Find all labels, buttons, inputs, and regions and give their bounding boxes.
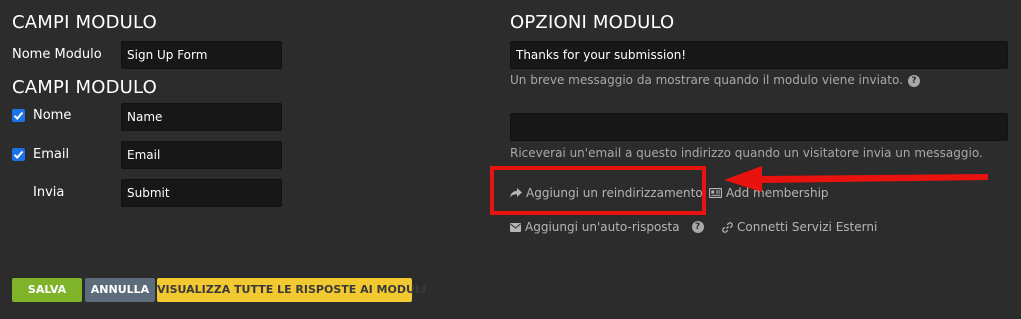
add-autoresponse-label: Aggiungi un'auto-risposta — [525, 220, 680, 234]
success-message-hint-text: Un breve messaggio da mostrare quando il… — [510, 73, 903, 87]
notification-email-hint: Riceverai un'email a questo indirizzo qu… — [510, 146, 983, 160]
field-name-input[interactable]: Name — [121, 103, 282, 131]
field-submit-input[interactable]: Submit — [121, 179, 282, 207]
success-message-input[interactable]: Thanks for your submission! — [510, 41, 1008, 69]
field-email-checkbox[interactable] — [12, 148, 25, 161]
help-icon[interactable]: ? — [907, 74, 920, 87]
autoresponse-help-icon[interactable]: ? — [691, 221, 704, 233]
field-name-label: Nome — [33, 108, 72, 123]
id-card-icon — [709, 188, 722, 198]
check-icon — [13, 150, 24, 159]
form-name-label: Nome Modulo — [12, 47, 102, 62]
notification-email-input[interactable] — [510, 113, 1008, 141]
add-autoresponse-link[interactable]: Aggiungi un'auto-risposta ? — [510, 220, 704, 234]
form-fields-subheading: CAMPI MODULO — [12, 77, 157, 98]
field-email-label: Email — [33, 147, 70, 162]
field-name-checkbox[interactable] — [12, 109, 25, 122]
link-icon — [722, 221, 733, 233]
cancel-button[interactable]: ANNULLA — [85, 278, 155, 302]
check-icon — [13, 111, 24, 120]
connect-external-services-link[interactable]: Connetti Servizi Esterni — [722, 220, 877, 234]
envelope-icon — [510, 222, 521, 232]
field-submit-label: Invia — [33, 185, 65, 200]
highlight-box — [490, 166, 706, 215]
view-all-responses-button[interactable]: VISUALIZZA TUTTE LE RISPOSTE AI MODULI — [157, 278, 426, 302]
save-button[interactable]: SALVA — [12, 278, 82, 302]
form-options-heading: OPZIONI MODULO — [510, 12, 675, 33]
field-email-input[interactable]: Email — [121, 141, 282, 169]
connect-external-services-label: Connetti Servizi Esterni — [737, 220, 878, 234]
form-name-input[interactable]: Sign Up Form — [121, 41, 282, 69]
arrow-annotation — [724, 166, 988, 192]
success-message-hint: Un breve messaggio da mostrare quando il… — [510, 73, 920, 87]
form-fields-heading: CAMPI MODULO — [12, 12, 157, 33]
